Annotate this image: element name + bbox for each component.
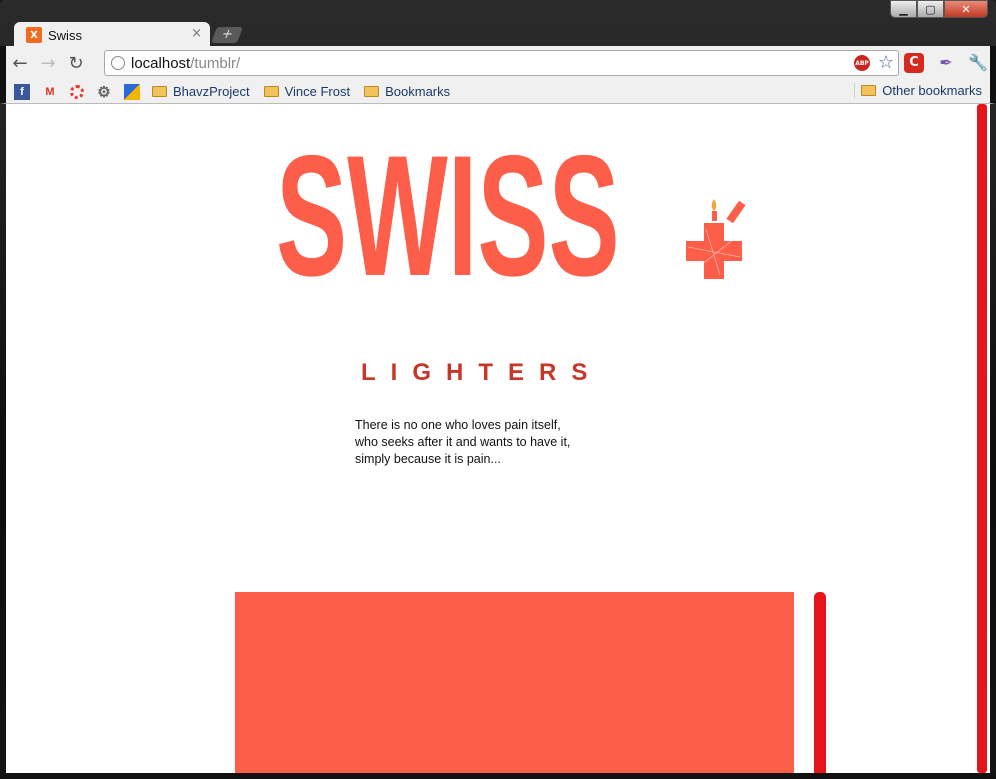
lighters-subtitle: LIGHTERS bbox=[361, 359, 603, 386]
url-text[interactable]: localhost/tumblr/ bbox=[131, 55, 240, 72]
page-scrollbar[interactable] bbox=[976, 104, 988, 773]
url-path: /tumblr/ bbox=[190, 54, 241, 72]
folder-icon bbox=[861, 85, 877, 96]
new-tab-button[interactable]: + bbox=[211, 27, 243, 43]
gear-icon[interactable]: ⚙ bbox=[96, 84, 112, 101]
inner-scrollbar[interactable] bbox=[814, 592, 826, 773]
close-button[interactable]: ✕ bbox=[944, 0, 988, 18]
url-host: localhost bbox=[131, 54, 191, 72]
feature-block bbox=[235, 592, 794, 773]
page-scroll-thumb[interactable] bbox=[977, 104, 987, 773]
xampp-favicon-icon: X bbox=[26, 27, 42, 43]
window-bottom-border bbox=[0, 773, 996, 779]
page-viewport: SWISS LIGHTERS There is no one who loves… bbox=[6, 104, 990, 773]
facebook-icon[interactable]: f bbox=[14, 83, 30, 100]
gmail-icon[interactable]: M bbox=[42, 84, 58, 100]
tab-close-icon[interactable]: × bbox=[191, 26, 202, 41]
folder-label: Bookmarks bbox=[385, 84, 451, 99]
back-button[interactable]: ← bbox=[6, 53, 34, 74]
bookmark-folder-vince-frost[interactable]: Vince Frost bbox=[263, 84, 351, 99]
other-bookmarks-label: Other bookmarks bbox=[882, 83, 982, 98]
bookmark-star-icon[interactable]: ☆ bbox=[878, 52, 894, 73]
swiss-cross-lighter-icon bbox=[686, 199, 746, 279]
tab-strip: X Swiss × + bbox=[0, 20, 996, 48]
window-controls: ▁ ▢ ✕ bbox=[890, 0, 988, 20]
globe-icon bbox=[111, 56, 125, 70]
other-bookmarks[interactable]: Other bookmarks bbox=[854, 83, 982, 98]
navigation-toolbar: ← → ↻ localhost/tumblr/ ABP ☆ C ✒ 🔧 bbox=[0, 46, 996, 80]
folder-icon bbox=[364, 86, 380, 97]
wrench-menu-icon[interactable]: 🔧 bbox=[968, 53, 988, 73]
reload-button[interactable]: ↻ bbox=[62, 53, 90, 74]
tab-swiss[interactable]: X Swiss × bbox=[14, 22, 210, 48]
swiss-logo: SWISS bbox=[276, 120, 620, 312]
folder-label: Vince Frost bbox=[284, 84, 351, 99]
cube-icon[interactable] bbox=[124, 83, 140, 100]
minimize-button[interactable]: ▁ bbox=[890, 0, 917, 18]
forward-button[interactable]: → bbox=[34, 53, 62, 74]
tab-title: Swiss bbox=[48, 27, 82, 43]
ring-icon[interactable] bbox=[70, 84, 84, 99]
extension-c-icon[interactable]: C bbox=[904, 53, 924, 73]
folder-icon bbox=[152, 86, 167, 97]
intro-paragraph: There is no one who loves pain itself, w… bbox=[355, 418, 571, 466]
bookmarks-bar: f M ⚙ BhavzProject Vince Frost Bookmarks… bbox=[0, 80, 996, 104]
address-bar[interactable]: localhost/tumblr/ ABP ☆ bbox=[104, 50, 899, 76]
adblock-icon[interactable]: ABP bbox=[854, 55, 870, 71]
quill-extension-icon[interactable]: ✒ bbox=[936, 53, 956, 73]
browser-window: ▁ ▢ ✕ X Swiss × + ← → ↻ localhost/tumblr… bbox=[0, 0, 996, 779]
bookmark-folder-bhavzproject[interactable]: BhavzProject bbox=[152, 84, 250, 99]
folder-icon bbox=[263, 86, 279, 97]
bookmark-folder-bookmarks[interactable]: Bookmarks bbox=[364, 84, 450, 99]
folder-label: BhavzProject bbox=[173, 84, 250, 99]
maximize-button[interactable]: ▢ bbox=[917, 0, 944, 18]
